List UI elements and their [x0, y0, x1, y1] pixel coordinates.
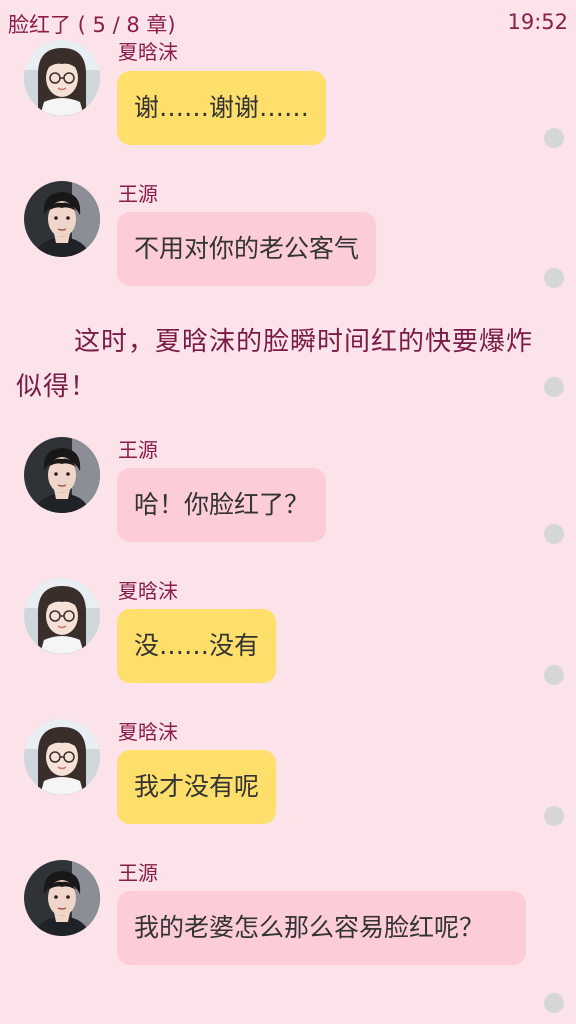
- status-dot[interactable]: [544, 993, 564, 1013]
- avatar-wang-yuan[interactable]: [24, 181, 100, 257]
- chat-bubble[interactable]: 我才没有呢: [117, 750, 277, 824]
- status-dot[interactable]: [544, 524, 564, 544]
- sender-name: 夏晗沫: [118, 720, 178, 744]
- chat-bubble[interactable]: 我的老婆怎么那么容易脸红呢？: [117, 891, 526, 965]
- avatar-xia-hanmo[interactable]: [24, 578, 100, 654]
- status-bar: 脸红了 ( 5 / 8 章) 19:52: [0, 0, 576, 46]
- chat-bubble[interactable]: 没……没有: [117, 609, 277, 683]
- chat-bubble[interactable]: 不用对你的老公客气: [117, 212, 377, 286]
- sender-name: 王源: [118, 861, 158, 885]
- sender-name: 夏晗沫: [118, 579, 178, 603]
- sender-name: 夏晗沫: [118, 40, 178, 64]
- status-dot[interactable]: [544, 665, 564, 685]
- sender-name: 王源: [118, 182, 158, 206]
- sender-name: 王源: [118, 438, 158, 462]
- chapter-title: 脸红了 ( 5 / 8 章): [8, 13, 176, 37]
- narration-text: 这时，夏晗沫的脸瞬时间红的快要爆炸似得！: [16, 327, 534, 402]
- status-dot[interactable]: [544, 806, 564, 826]
- chat-bubble[interactable]: 谢……谢谢……: [117, 71, 327, 145]
- status-dot[interactable]: [544, 128, 564, 148]
- clock: 19:52: [507, 10, 568, 34]
- status-dot[interactable]: [544, 377, 564, 397]
- avatar-wang-yuan[interactable]: [24, 437, 100, 513]
- status-dot[interactable]: [544, 268, 564, 288]
- chat-bubble[interactable]: 哈！你脸红了？: [117, 468, 327, 542]
- avatar-xia-hanmo[interactable]: [24, 719, 100, 795]
- avatar-wang-yuan[interactable]: [24, 860, 100, 936]
- avatar-xia-hanmo[interactable]: [24, 40, 100, 116]
